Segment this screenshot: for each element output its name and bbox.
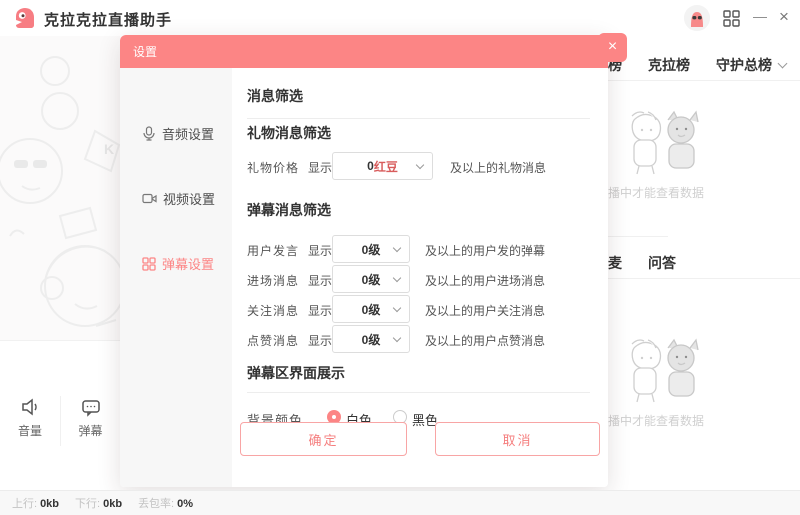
camera-icon bbox=[142, 192, 157, 205]
gift-price-row: 礼物价格 显示 0红豆 及以上的礼物消息 bbox=[232, 152, 608, 180]
chevron-down-icon bbox=[393, 304, 401, 312]
divider bbox=[247, 118, 590, 119]
dropdown-value: 0级 bbox=[362, 331, 381, 348]
show-label: 显示 bbox=[308, 332, 332, 349]
tab-mic-partial[interactable]: 麦 bbox=[608, 253, 622, 273]
dropdown-value: 0级 bbox=[362, 301, 381, 318]
ranking-tabs: 榜 克拉榜 守护总榜 bbox=[608, 50, 800, 80]
svg-text:K: K bbox=[104, 141, 114, 157]
stream-toolbar: 音量 弹幕 bbox=[0, 396, 120, 446]
nav-label: 音频设置 bbox=[162, 124, 214, 143]
characters-illustration bbox=[622, 336, 702, 406]
row-label: 进场消息 bbox=[247, 272, 299, 289]
settings-content: 消息筛选 礼物消息筛选 礼物价格 显示 0红豆 及以上的礼物消息 弹幕消息筛选 … bbox=[232, 68, 608, 487]
row-suffix: 及以上的用户进场消息 bbox=[425, 272, 545, 289]
chevron-down-icon bbox=[393, 244, 401, 252]
volume-icon bbox=[19, 396, 41, 418]
right-panel: 榜 克拉榜 守护总榜 播中 bbox=[608, 36, 800, 490]
show-label: 显示 bbox=[308, 302, 332, 319]
dropdown-value-num: 0 bbox=[367, 159, 374, 173]
characters-illustration bbox=[622, 108, 702, 178]
confirm-button[interactable]: 确定 bbox=[240, 422, 407, 456]
row-suffix: 及以上的用户发的弹幕 bbox=[425, 242, 545, 259]
microphone-icon bbox=[142, 126, 156, 141]
modal-header: 设置 bbox=[120, 35, 608, 68]
download-rate: 下行:0kb bbox=[75, 495, 122, 511]
chevron-down-icon bbox=[393, 274, 401, 282]
nav-item-audio[interactable]: 音频设置 bbox=[142, 124, 214, 143]
cancel-button[interactable]: 取消 bbox=[435, 422, 600, 456]
empty-state-bottom: 播中才能查看数据 bbox=[608, 336, 800, 429]
row-label: 关注消息 bbox=[247, 302, 299, 319]
row-suffix: 及以上的用户点赞消息 bbox=[425, 332, 545, 349]
divider bbox=[247, 392, 590, 393]
apps-grid-icon[interactable] bbox=[723, 10, 740, 27]
upload-rate: 上行:0kb bbox=[12, 495, 59, 511]
empty-text: 播中才能查看数据 bbox=[608, 412, 800, 429]
packet-loss-rate: 丢包率:0% bbox=[138, 495, 193, 511]
section-gift-filter: 礼物消息筛选 bbox=[247, 123, 331, 143]
gift-price-dropdown[interactable]: 0红豆 bbox=[332, 152, 433, 180]
dropdown-value: 0级 bbox=[362, 241, 381, 258]
tab-guardian-rank[interactable]: 守护总榜 bbox=[716, 55, 786, 75]
titlebar: 克拉克拉直播助手 — × bbox=[0, 0, 800, 36]
section-ui-display: 弹幕区界面展示 bbox=[247, 363, 345, 383]
divider bbox=[608, 80, 800, 81]
show-label: 显示 bbox=[308, 272, 332, 289]
settings-modal: × 设置 音频设置 视频设置 弹幕设置 bbox=[120, 35, 608, 487]
tab-qa[interactable]: 问答 bbox=[648, 253, 676, 273]
like-message-level-dropdown[interactable]: 0级 bbox=[332, 325, 410, 353]
dropdown-value-unit: 红豆 bbox=[374, 158, 398, 175]
row-label: 点赞消息 bbox=[247, 332, 299, 349]
minimize-button[interactable]: — bbox=[750, 3, 770, 31]
divider bbox=[608, 278, 800, 279]
chevron-down-icon bbox=[393, 334, 401, 342]
row-label: 礼物价格 bbox=[247, 159, 299, 176]
nav-item-danmaku[interactable]: 弹幕设置 bbox=[142, 254, 214, 273]
chevron-down-icon bbox=[416, 161, 424, 169]
section-danmaku-filter: 弹幕消息筛选 bbox=[247, 200, 331, 220]
chevron-down-icon bbox=[778, 58, 788, 68]
show-label: 显示 bbox=[308, 242, 332, 259]
row-suffix: 及以上的用户关注消息 bbox=[425, 302, 545, 319]
dropdown-value: 0级 bbox=[362, 271, 381, 288]
video-preview-placeholder: K bbox=[0, 36, 120, 341]
empty-state-top: 播中才能查看数据 bbox=[608, 108, 800, 201]
volume-button[interactable]: 音量 bbox=[0, 396, 60, 446]
user-avatar[interactable] bbox=[684, 5, 710, 31]
interaction-tabs: 麦 问答 bbox=[608, 248, 800, 278]
modal-title: 设置 bbox=[133, 43, 157, 60]
user-chat-row: 用户发言 显示 0级 及以上的用户发的弹幕 bbox=[232, 235, 608, 263]
danmaku-label: 弹幕 bbox=[78, 422, 102, 439]
row-suffix: 及以上的礼物消息 bbox=[450, 159, 546, 176]
follow-message-row: 关注消息 显示 0级 及以上的用户关注消息 bbox=[232, 295, 608, 323]
show-label: 显示 bbox=[308, 159, 332, 176]
tab-kela-rank[interactable]: 克拉榜 bbox=[648, 55, 690, 75]
statusbar: 上行:0kb 下行:0kb 丢包率:0% bbox=[0, 490, 800, 515]
empty-text: 播中才能查看数据 bbox=[608, 184, 800, 201]
section-message-filter: 消息筛选 bbox=[247, 86, 303, 106]
user-chat-level-dropdown[interactable]: 0级 bbox=[332, 235, 410, 263]
follow-message-level-dropdown[interactable]: 0级 bbox=[332, 295, 410, 323]
nav-item-video[interactable]: 视频设置 bbox=[142, 189, 215, 208]
danmaku-icon bbox=[80, 396, 102, 418]
danmaku-button[interactable]: 弹幕 bbox=[60, 396, 120, 446]
doodle-illustration: K bbox=[0, 36, 120, 341]
enter-message-row: 进场消息 显示 0级 及以上的用户进场消息 bbox=[232, 265, 608, 293]
settings-nav: 音频设置 视频设置 弹幕设置 bbox=[120, 68, 232, 487]
row-label: 用户发言 bbox=[247, 242, 299, 259]
enter-message-level-dropdown[interactable]: 0级 bbox=[332, 265, 410, 293]
nav-label: 视频设置 bbox=[163, 189, 215, 208]
window-close-button[interactable]: × bbox=[774, 3, 794, 31]
grid-icon bbox=[142, 257, 156, 271]
nav-label: 弹幕设置 bbox=[162, 254, 214, 273]
divider bbox=[608, 236, 668, 237]
volume-label: 音量 bbox=[18, 422, 42, 439]
app-logo-icon bbox=[12, 6, 36, 30]
like-message-row: 点赞消息 显示 0级 及以上的用户点赞消息 bbox=[232, 325, 608, 353]
app-title: 克拉克拉直播助手 bbox=[44, 9, 172, 30]
